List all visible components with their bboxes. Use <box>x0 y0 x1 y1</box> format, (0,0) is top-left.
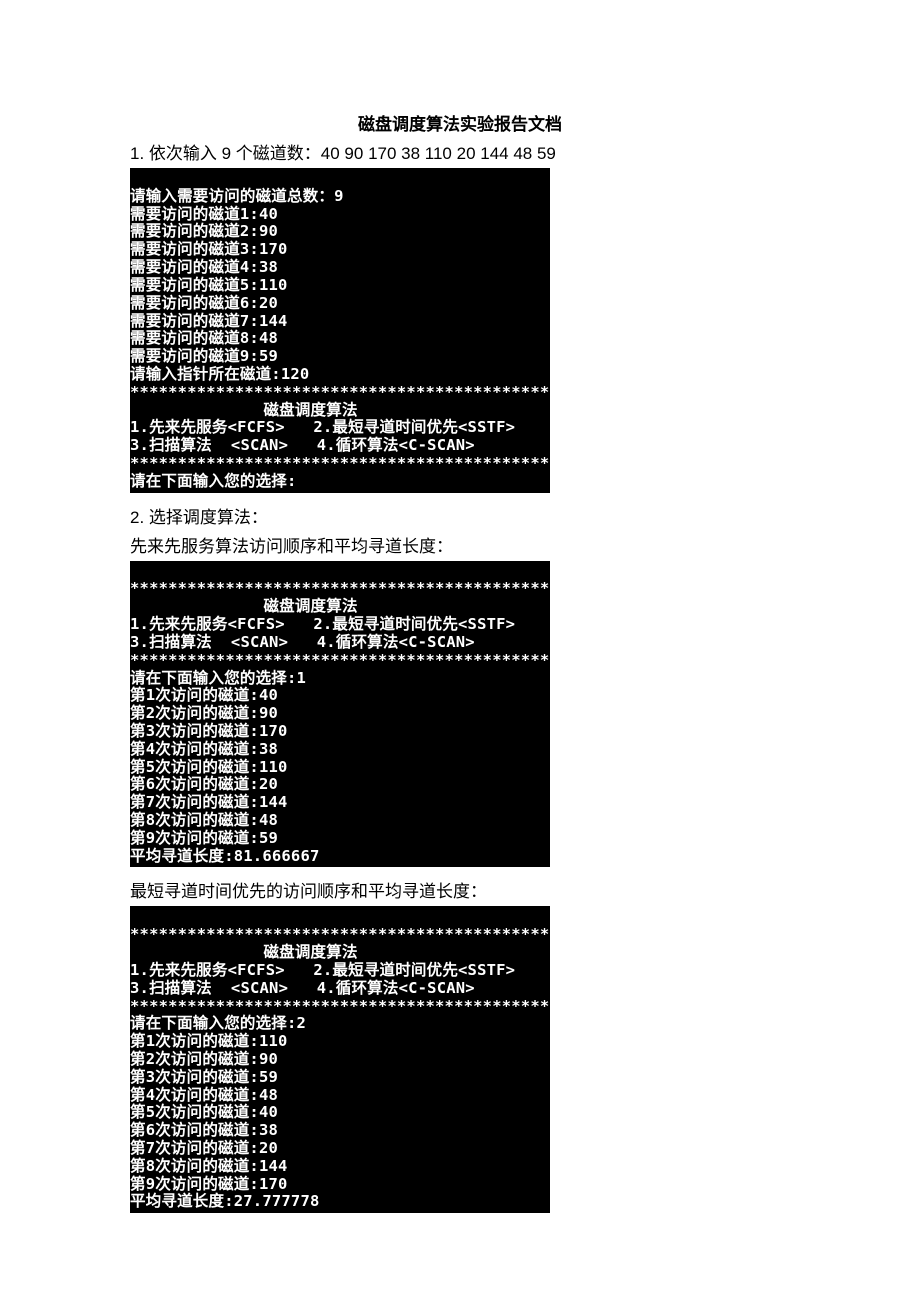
term-line: 第9次访问的磁道:170 <box>130 1175 288 1193</box>
term-menu-line: 3.扫描算法 <SCAN> 4.循环算法<C-SCAN> <box>130 979 475 997</box>
term-separator: ****************************************… <box>130 997 549 1015</box>
term-line: 需要访问的磁道4:38 <box>130 258 278 276</box>
term-line: 第6次访问的磁道:38 <box>130 1121 278 1139</box>
term-separator: ****************************************… <box>130 651 549 669</box>
term-avg-seek: 平均寻道长度:27.777778 <box>130 1192 320 1210</box>
term-line: 需要访问的磁道8:48 <box>130 329 278 347</box>
caption-fcfs-header: 先来先服务算法访问顺序和平均寻道长度： <box>130 532 790 557</box>
term-line: 第8次访问的磁道:144 <box>130 1157 288 1175</box>
term-line: 需要访问的磁道9:59 <box>130 347 278 365</box>
caption-input-tracks: 1. 依次输入 9 个磁道数：40 90 170 38 110 20 144 4… <box>130 139 790 164</box>
term-avg-seek: 平均寻道长度:81.666667 <box>130 847 320 865</box>
term-prompt: 请在下面输入您的选择: <box>130 472 297 490</box>
term-prompt: 请在下面输入您的选择:1 <box>130 669 306 687</box>
term-line: 第4次访问的磁道:48 <box>130 1086 278 1104</box>
term-line: 请输入需要访问的磁道总数：9 <box>130 187 344 205</box>
term-line: 需要访问的磁道2:90 <box>130 222 278 240</box>
term-menu-title: 磁盘调度算法 <box>130 943 358 961</box>
term-menu-line: 1.先来先服务<FCFS> 2.最短寻道时间优先<SSTF> <box>130 961 515 979</box>
term-line: 需要访问的磁道1:40 <box>130 205 278 223</box>
term-line: 第5次访问的磁道:40 <box>130 1103 278 1121</box>
term-line: 第8次访问的磁道:48 <box>130 811 278 829</box>
term-separator: ****************************************… <box>130 454 549 472</box>
term-menu-line: 1.先来先服务<FCFS> 2.最短寻道时间优先<SSTF> <box>130 418 515 436</box>
term-line: 需要访问的磁道3:170 <box>130 240 288 258</box>
terminal-block-fcfs: ****************************************… <box>130 561 550 868</box>
term-menu-title: 磁盘调度算法 <box>130 401 358 419</box>
term-separator: ****************************************… <box>130 579 549 597</box>
term-line: 第7次访问的磁道:144 <box>130 793 288 811</box>
caption-select-algo: 2. 选择调度算法： <box>130 503 790 528</box>
term-line: 第2次访问的磁道:90 <box>130 704 278 722</box>
term-menu-line: 1.先来先服务<FCFS> 2.最短寻道时间优先<SSTF> <box>130 615 515 633</box>
term-line: 第3次访问的磁道:170 <box>130 722 288 740</box>
terminal-block-sstf: ****************************************… <box>130 906 550 1213</box>
caption-sstf-header: 最短寻道时间优先的访问顺序和平均寻道长度： <box>130 877 790 902</box>
term-line: 需要访问的磁道6:20 <box>130 294 278 312</box>
term-line: 第2次访问的磁道:90 <box>130 1050 278 1068</box>
term-menu-title: 磁盘调度算法 <box>130 597 358 615</box>
term-line: 第5次访问的磁道:110 <box>130 758 288 776</box>
term-separator: ****************************************… <box>130 925 549 943</box>
term-line: 第1次访问的磁道:110 <box>130 1032 288 1050</box>
term-prompt: 请在下面输入您的选择:2 <box>130 1014 306 1032</box>
term-line: 请输入指针所在磁道:120 <box>130 365 309 383</box>
document-title: 磁盘调度算法实验报告文档 <box>130 110 790 135</box>
term-line: 第4次访问的磁道:38 <box>130 740 278 758</box>
term-line: 需要访问的磁道5:110 <box>130 276 288 294</box>
term-separator: ****************************************… <box>130 383 549 401</box>
term-line: 第1次访问的磁道:40 <box>130 686 278 704</box>
term-line: 第7次访问的磁道:20 <box>130 1139 278 1157</box>
document-page: 磁盘调度算法实验报告文档 1. 依次输入 9 个磁道数：40 90 170 38… <box>0 0 920 1263</box>
term-line: 第6次访问的磁道:20 <box>130 775 278 793</box>
terminal-block-input: 请输入需要访问的磁道总数：9 需要访问的磁道1:40 需要访问的磁道2:90 需… <box>130 168 550 493</box>
term-menu-line: 3.扫描算法 <SCAN> 4.循环算法<C-SCAN> <box>130 633 475 651</box>
term-line: 第9次访问的磁道:59 <box>130 829 278 847</box>
term-line: 第3次访问的磁道:59 <box>130 1068 278 1086</box>
term-line: 需要访问的磁道7:144 <box>130 312 288 330</box>
term-menu-line: 3.扫描算法 <SCAN> 4.循环算法<C-SCAN> <box>130 436 475 454</box>
